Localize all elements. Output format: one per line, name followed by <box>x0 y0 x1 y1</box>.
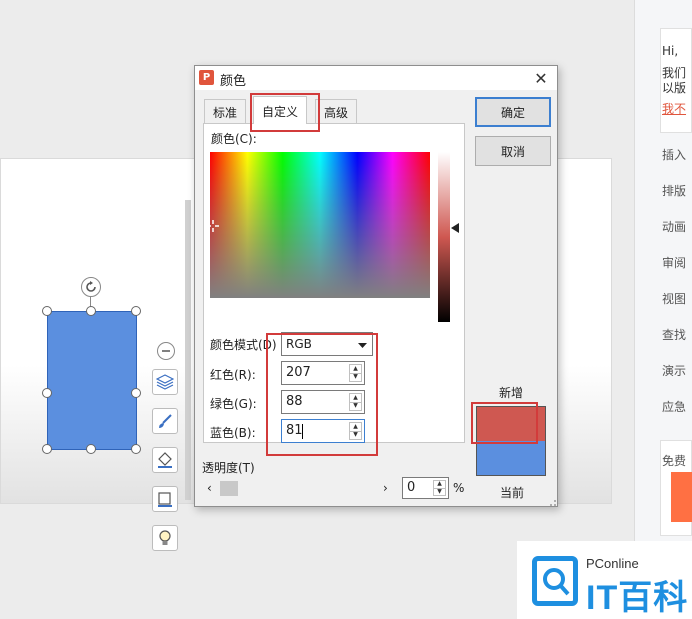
dialog-title: 颜色 <box>220 74 247 89</box>
green-label: 绿色(G): <box>210 397 257 411</box>
resize-handle-top[interactable] <box>86 306 96 316</box>
brush-icon[interactable] <box>152 408 178 434</box>
resize-handle-bottom[interactable] <box>86 444 96 454</box>
slide-divider <box>185 200 191 500</box>
highlight-new-color <box>471 402 538 444</box>
side-item-animation[interactable]: 动画 <box>662 218 692 235</box>
ok-button[interactable]: 确定 <box>475 97 551 127</box>
highlight-rgb-fields <box>266 333 378 456</box>
app-logo-icon: P <box>199 70 214 85</box>
tab-advanced[interactable]: 高级 <box>315 99 358 123</box>
lightbulb-icon[interactable] <box>152 525 178 551</box>
chevron-left-icon[interactable]: ‹ <box>207 481 212 495</box>
red-label: 红色(R): <box>210 368 256 382</box>
current-color-label: 当前 <box>500 486 525 500</box>
transparency-label: 透明度(T) <box>202 461 255 475</box>
side-item-review[interactable]: 审阅 <box>662 254 692 271</box>
resize-grip-icon[interactable] <box>547 496 557 506</box>
transparency-slider[interactable]: ‹ › <box>203 480 393 498</box>
highlight-custom-tab <box>250 93 320 132</box>
resize-handle-right[interactable] <box>131 388 141 398</box>
outline-icon[interactable] <box>152 486 178 512</box>
promo-image <box>671 472 692 522</box>
fill-bucket-icon[interactable] <box>152 447 178 473</box>
side-item-layout[interactable]: 排版 <box>662 182 692 199</box>
percent-label: % <box>453 481 465 495</box>
transparency-spinner[interactable]: ▲ ▼ <box>433 480 446 496</box>
assistant-link[interactable]: 我不 <box>662 100 692 117</box>
dialog-titlebar <box>195 66 557 90</box>
assistant-greeting: Hi, <box>662 44 679 58</box>
current-color-fill <box>476 441 546 476</box>
spectrum-crosshair[interactable] <box>207 220 219 232</box>
side-item-emergency[interactable]: 应急 <box>662 398 692 415</box>
selected-rectangle-shape[interactable] <box>47 311 137 450</box>
side-item-view[interactable]: 视图 <box>662 290 692 307</box>
watermark-subtitle: PConline <box>586 556 639 571</box>
luminance-slider[interactable] <box>438 152 450 322</box>
close-icon[interactable]: ✕ <box>531 68 551 88</box>
resize-handle-left[interactable] <box>42 388 52 398</box>
luminance-pointer[interactable] <box>451 222 459 233</box>
transparency-thumb[interactable] <box>220 481 238 496</box>
color-spectrum[interactable] <box>210 152 430 298</box>
new-color-label: 新增 <box>499 386 524 400</box>
color-dialog: P 颜色 ✕ 标准 自定义 高级 颜色(C): 颜色模式(D) RGB 红色(R… <box>194 65 558 507</box>
color-label: 颜色(C): <box>211 132 257 146</box>
side-item-present[interactable]: 演示 <box>662 362 692 379</box>
current-color-swatch <box>476 441 546 476</box>
resize-handle-top-left[interactable] <box>42 306 52 316</box>
resize-handle-bottom-right[interactable] <box>131 444 141 454</box>
cancel-button[interactable]: 取消 <box>475 136 551 166</box>
rotate-icon[interactable] <box>81 277 101 297</box>
transparency-value: 0 <box>407 480 416 495</box>
resize-handle-top-right[interactable] <box>131 306 141 316</box>
watermark-logo-icon <box>532 556 578 606</box>
promo-label: 免费 <box>662 454 687 468</box>
side-item-insert[interactable]: 插入 <box>662 146 692 163</box>
collapse-toolbar-icon[interactable] <box>157 342 175 360</box>
resize-handle-bottom-left[interactable] <box>42 444 52 454</box>
transparency-input[interactable]: 0 ▲ ▼ <box>402 477 449 499</box>
chevron-right-icon[interactable]: › <box>383 481 388 495</box>
assistant-line: 以版 <box>662 81 687 95</box>
side-item-find[interactable]: 查找 <box>662 326 692 343</box>
tab-standard[interactable]: 标准 <box>204 99 247 123</box>
blue-label: 蓝色(B): <box>210 426 256 440</box>
layers-icon[interactable] <box>152 369 178 395</box>
watermark-title: IT百科 <box>586 579 689 617</box>
